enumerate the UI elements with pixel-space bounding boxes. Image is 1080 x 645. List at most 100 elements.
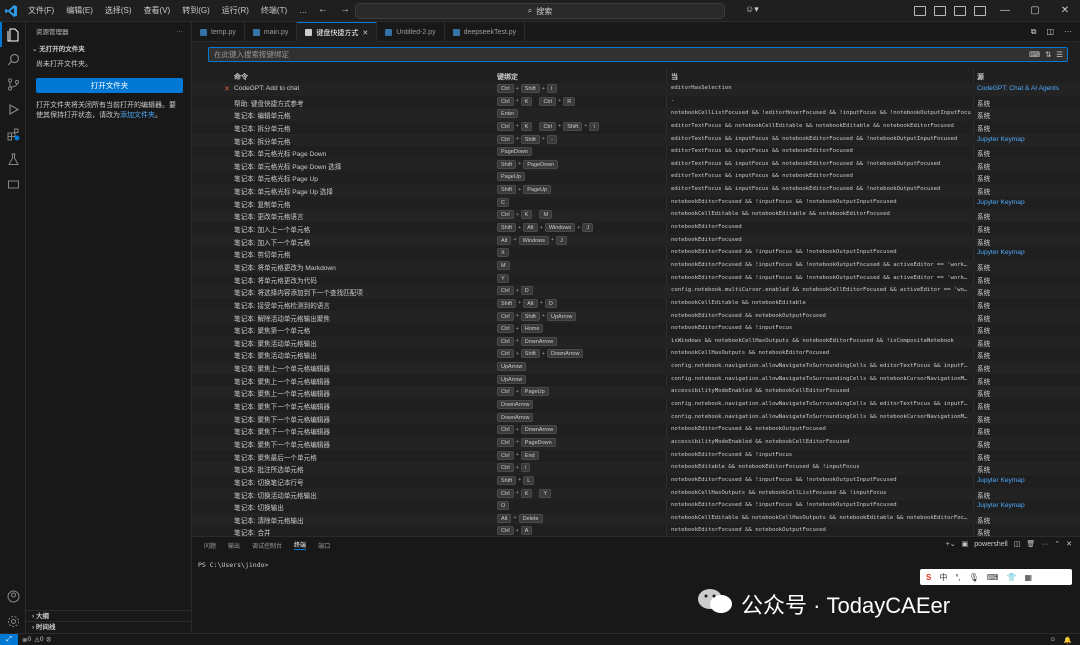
clothes-icon[interactable]: 👕 <box>1006 573 1016 582</box>
table-row[interactable]: 笔记本: 聚焦下一个单元格编辑器 Ctrl + PageDown accessibili… <box>192 436 1080 450</box>
menu-item[interactable]: 终端(T) <box>255 0 293 22</box>
more-actions-icon[interactable]: ··· <box>1041 541 1048 548</box>
remote-icon[interactable]: ⤢ <box>0 633 18 645</box>
keyboard-icon[interactable]: ⌨ <box>987 573 999 582</box>
customize-layout-icon[interactable] <box>974 6 986 16</box>
add-folder-link[interactable]: 添加文件夹 <box>120 112 155 119</box>
table-row[interactable]: 笔记本: 解除活动单元格输出聚焦 Ctrl + Shift + UpArrow notebo… <box>192 310 1080 324</box>
timeline-section[interactable]: › 时间线 <box>26 621 192 632</box>
menu-item[interactable]: 文件(F) <box>22 0 60 22</box>
no-folder-section[interactable]: ⌄ 无打开的文件夹 <box>26 40 191 56</box>
menu-item[interactable]: 转到(G) <box>176 0 216 22</box>
table-row[interactable]: 笔记本: 聚焦上一个单元格编辑器 UpArrow config.notebook.n… <box>192 374 1080 387</box>
search-view-icon[interactable] <box>0 47 26 72</box>
terminal-prompt[interactable]: PS C:\Users\jindo> <box>198 561 268 569</box>
back-arrow-icon[interactable]: ← <box>318 4 328 15</box>
source-cell[interactable]: Jupyter Keymap <box>977 477 1025 484</box>
menu-item[interactable]: 查看(V) <box>138 0 177 22</box>
remote-explorer-icon[interactable] <box>0 172 26 197</box>
microphone-icon[interactable]: 🎙 <box>969 573 979 582</box>
close-window-button[interactable]: ✕ <box>1050 0 1080 22</box>
table-row[interactable]: 笔记本: 批注所选单元格 Ctrl + / notebookEditable && no… <box>192 462 1080 475</box>
account-icon[interactable] <box>0 584 26 609</box>
table-row[interactable]: 笔记本: 聚焦活动单元格输出 Ctrl + DownArrow isWindows &&… <box>192 335 1080 349</box>
copilot-icon[interactable]: ☺▾ <box>745 4 759 15</box>
toggle-panel-icon[interactable] <box>934 6 946 16</box>
source-cell[interactable]: Jupyter Keymap <box>977 502 1025 509</box>
tab-0[interactable]: temp.py <box>192 22 245 42</box>
maximize-button[interactable]: ▢ <box>1020 0 1050 22</box>
error-count[interactable]: 0 <box>27 636 31 643</box>
grid-icon[interactable]: ▦ <box>1024 573 1032 582</box>
open-json-icon[interactable]: ⧉ <box>1031 27 1037 37</box>
ime-punctuation[interactable]: °, <box>955 573 960 582</box>
toggle-sidebar-icon[interactable] <box>914 6 926 16</box>
source-control-icon[interactable] <box>0 72 26 97</box>
menu-item[interactable]: 编辑(E) <box>60 0 99 22</box>
more-actions-icon[interactable]: ··· <box>1064 27 1072 37</box>
table-row[interactable]: 笔记本: 聚焦下一个单元格编辑器 Ctrl + DownArrow notebookEd… <box>192 424 1080 437</box>
outline-section[interactable]: › 大纲 <box>26 610 192 621</box>
sort-by-precedence-icon[interactable]: ⇅ <box>1045 48 1051 61</box>
table-row[interactable]: 笔记本: 复制单元格 CnotebookEditorFocused && !inp… <box>192 197 1080 210</box>
table-row[interactable]: 笔记本: 清除单元格输出 Alt + Delete notebookCellEditab… <box>192 512 1080 526</box>
header-source[interactable]: 源 <box>977 72 984 82</box>
close-tab-icon[interactable]: ✕ <box>362 29 368 37</box>
ime-chinese-mode[interactable]: 中 <box>939 572 947 583</box>
table-row[interactable]: 笔记本: 单元格光标 Page Up PageUp editorTextFocus … <box>192 171 1080 184</box>
table-row[interactable]: 笔记本: 拆分单元格 Ctrl + Shift + - editorTextFocus &&… <box>192 133 1080 147</box>
source-cell[interactable]: Jupyter Keymap <box>977 249 1025 256</box>
ime-logo-icon[interactable]: S <box>926 573 931 582</box>
table-row[interactable]: 笔记本: 加入上一个单元格 Shift + Alt + Windows + Jnotebook… <box>192 222 1080 235</box>
table-row[interactable]: 笔记本: 将单元格更改为代码 YnotebookEditorFocused && … <box>192 273 1080 286</box>
tab-2[interactable]: 键盘快捷方式 ✕ <box>297 22 378 42</box>
table-row[interactable]: 笔记本: 聚焦第一个单元格 Ctrl + Home notebookEditorFocu… <box>192 323 1080 336</box>
menu-item[interactable]: 运行(R) <box>216 0 255 22</box>
more-actions-icon[interactable]: ··· <box>177 28 184 35</box>
panel-tab[interactable]: 问题 <box>204 541 216 550</box>
table-row[interactable]: 笔记本: 编辑单元格 Enter notebookCellListFocused &… <box>192 108 1080 121</box>
source-cell[interactable]: Jupyter Keymap <box>977 199 1025 206</box>
minimize-button[interactable]: — <box>990 0 1020 22</box>
table-row[interactable]: 笔记本: 切换笔记本行号 Shift + LnotebookEditorFocused… <box>192 475 1080 488</box>
menu-item[interactable]: … <box>293 0 313 22</box>
table-row[interactable]: 笔记本: 切换活动单元格输出 Ctrl + K YnotebookCellHasOutp… <box>192 487 1080 501</box>
table-row[interactable]: 笔记本: 加入下一个单元格 Alt + Windows + JnotebookEditor… <box>192 234 1080 248</box>
explorer-icon[interactable] <box>0 22 26 47</box>
table-row[interactable]: 笔记本: 剪切单元格 XnotebookEditorFocused && !inp… <box>192 247 1080 260</box>
table-row[interactable]: 笔记本: 将选择内容添加到下一个查找匹配项 Ctrl + Dconfig.notebo… <box>192 285 1080 298</box>
new-terminal-icon[interactable]: +⌄ <box>946 540 956 548</box>
warning-count[interactable]: 0 <box>40 636 44 643</box>
table-row[interactable]: 笔记本: 聚焦下一个单元格编辑器 DownArrow config.notebook… <box>192 399 1080 412</box>
panel-tab[interactable]: 输出 <box>228 541 240 550</box>
clear-filter-icon[interactable]: ☰ <box>1056 48 1063 61</box>
table-row[interactable]: 帮助: 键盘快捷方式参考 Ctrl + K Ctrl + R - 系统 <box>192 96 1080 109</box>
menu-item[interactable]: 选择(S) <box>99 0 138 22</box>
command-center-search[interactable]: ⌕ 搜索 <box>355 3 725 19</box>
table-row[interactable]: 笔记本: 单元格光标 Page Down 选择 Shift + PageDown edi… <box>192 158 1080 172</box>
maximize-panel-icon[interactable]: ⌃ <box>1054 540 1060 548</box>
feedback-icon[interactable]: ☺ <box>1049 636 1056 643</box>
header-command[interactable]: 命令 <box>234 72 248 82</box>
table-row[interactable]: 笔记本: 单元格光标 Page Down PageDown editorTextFo… <box>192 146 1080 159</box>
record-keys-icon[interactable]: ⌨ <box>1029 48 1040 61</box>
toggle-secondary-sidebar-icon[interactable] <box>954 6 966 16</box>
close-panel-icon[interactable]: ✕ <box>1066 540 1072 548</box>
source-cell[interactable]: CodeGPT: Chat & AI Agents <box>977 85 1059 92</box>
table-row[interactable]: 笔记本: 合并 Ctrl + AnotebookEditorFocused && no… <box>192 525 1080 536</box>
table-row[interactable]: 笔记本: 接受单元格检测到的语言 Shift + Alt + DnotebookCellE… <box>192 298 1080 311</box>
table-row[interactable]: 笔记本: 聚焦最后一个单元格 Ctrl + End notebookEditorFocu… <box>192 450 1080 463</box>
run-debug-icon[interactable] <box>0 97 26 122</box>
table-row[interactable]: 笔记本: 更改单元格语言 Ctrl + K MnotebookCellEditable … <box>192 209 1080 223</box>
table-row[interactable]: 笔记本: 单元格光标 Page Up 选择 Shift + PageUp editorT… <box>192 184 1080 197</box>
settings-gear-icon[interactable] <box>0 609 26 634</box>
forward-arrow-icon[interactable]: → <box>340 4 350 15</box>
ports-icon[interactable]: ⦻ <box>47 636 51 644</box>
header-when[interactable]: 当 <box>671 72 678 82</box>
trash-icon[interactable]: 🗑 <box>1026 540 1035 548</box>
testing-icon[interactable] <box>0 147 26 172</box>
table-row[interactable]: 笔记本: 拆分单元格 Ctrl + K Ctrl + Shift + \ editorTextFo… <box>192 121 1080 134</box>
open-folder-button[interactable]: 打开文件夹 <box>36 78 183 93</box>
table-row[interactable]: 笔记本: 将单元格更改为 Markdown MnotebookEditorFocu… <box>192 259 1080 273</box>
table-row[interactable]: CodeGPT: Add to chat ✕ Ctrl + Shift + IeditorH… <box>192 83 1080 96</box>
